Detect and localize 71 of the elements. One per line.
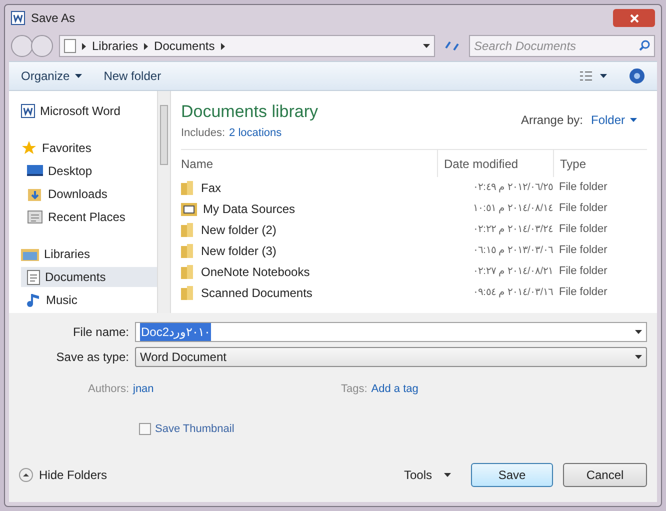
music-note-icon: [27, 292, 41, 308]
document-icon: [27, 270, 40, 284]
view-menu[interactable]: [580, 71, 607, 81]
breadcrumb[interactable]: Documents: [154, 37, 215, 55]
search-field[interactable]: Search Documents: [469, 35, 655, 57]
caret-icon: [635, 330, 642, 334]
caret-icon: [600, 74, 607, 78]
authors-label: Authors:: [87, 382, 129, 397]
add-tag-link[interactable]: Add a tag: [371, 380, 418, 398]
forward-button[interactable]: [31, 35, 53, 57]
star-icon: [21, 140, 37, 156]
arrange-label: Arrange by:: [520, 112, 583, 129]
folder-icon: [181, 180, 195, 194]
folder-icon: [181, 244, 195, 258]
column-header[interactable]: Name: [181, 154, 437, 172]
library-icon: [21, 247, 39, 261]
close-icon: [630, 14, 638, 22]
nav-item[interactable]: Libraries: [21, 244, 157, 264]
desktop-icon: [27, 164, 43, 178]
cancel-button[interactable]: Cancel: [563, 463, 647, 487]
nav-item[interactable]: Desktop: [21, 161, 157, 181]
recent-places-icon: [27, 209, 43, 225]
column-header[interactable]: Date modified: [437, 150, 553, 177]
view-icon: [580, 71, 592, 81]
nav-item[interactable]: Music: [21, 290, 157, 310]
chevron-icon: [220, 42, 225, 50]
folder-icon: [181, 286, 195, 300]
data-folder-icon: [181, 202, 197, 216]
tools-menu[interactable]: Tools: [404, 466, 451, 484]
includes-label: Includes:: [181, 126, 226, 140]
folder-download-icon: [27, 186, 43, 202]
caret-icon: [635, 355, 642, 359]
breadcrumb[interactable]: Libraries: [92, 37, 138, 55]
collapse-icon: [19, 468, 33, 482]
close-button[interactable]: [613, 9, 655, 27]
file-name-label: File name:: [72, 324, 129, 341]
window-title: Save As: [31, 10, 76, 27]
chevron-icon: [144, 42, 148, 50]
chevron-icon: [82, 42, 86, 50]
caret-icon: [444, 473, 451, 477]
arrange-dropdown[interactable]: Folder: [590, 111, 637, 129]
new-folder-button[interactable]: New folder: [104, 67, 162, 85]
nav-item[interactable]: Documents: [21, 267, 157, 287]
address-bar[interactable]: Libraries Documents: [59, 35, 435, 57]
caret-icon: [74, 74, 82, 78]
folder-icon: [181, 264, 195, 278]
nav-item[interactable]: Microsoft Word: [21, 101, 157, 121]
caret-icon: [630, 118, 637, 122]
nav-item[interactable]: Downloads: [21, 184, 157, 204]
word-icon: [21, 104, 35, 118]
locations-link[interactable]: 2 locations: [229, 124, 282, 141]
file-name-field[interactable]: Doc٢٠١٠ورد2: [135, 322, 647, 342]
search-icon: [639, 40, 650, 51]
authors-link[interactable]: jnan: [133, 380, 341, 398]
save-type-dropdown[interactable]: Word Document: [135, 347, 647, 367]
nav-item[interactable]: Recent Places: [21, 207, 157, 227]
word-icon: [11, 11, 25, 25]
hide-folders-button[interactable]: Hide Folders: [19, 466, 108, 484]
caret-icon: [423, 44, 430, 48]
nav-item[interactable]: Favorites: [21, 138, 157, 158]
library-folder-icon: [64, 39, 76, 53]
folder-icon: [181, 222, 195, 236]
save-type-label: Save as type:: [55, 349, 129, 366]
back-button[interactable]: [11, 35, 33, 57]
organize-menu[interactable]: Organize: [21, 67, 82, 85]
thumbnail-checkbox[interactable]: [139, 423, 151, 435]
library-title: Documents library: [181, 101, 318, 123]
tags-label: Tags:: [341, 382, 368, 397]
save-button[interactable]: Save: [471, 463, 553, 487]
column-header[interactable]: Type: [553, 150, 647, 177]
thumbnail-label: Save Thumbnail: [155, 422, 234, 437]
